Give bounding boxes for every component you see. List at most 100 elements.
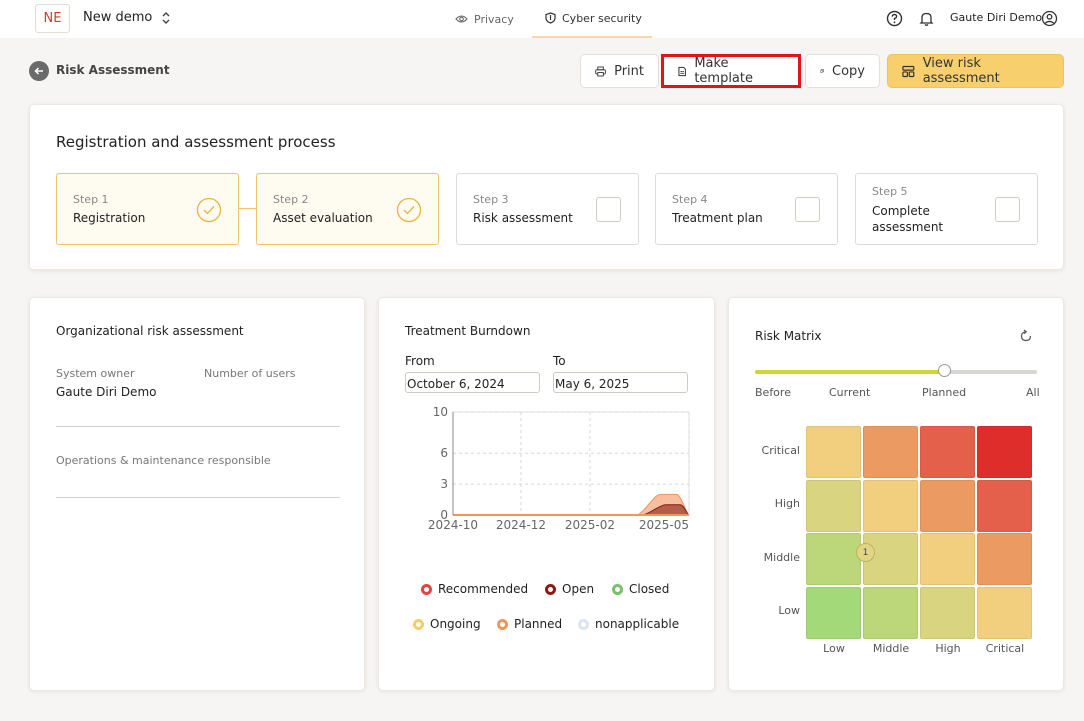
shield-icon (545, 12, 556, 24)
matrix-cell-low-critical[interactable] (977, 586, 1032, 639)
matrix-cell-critical-low[interactable] (806, 426, 861, 478)
chevron-updown-icon[interactable] (160, 10, 172, 26)
step-treatment-plan[interactable]: Step 4 Treatment plan (655, 173, 838, 245)
step-number: Step 4 (672, 193, 708, 206)
nav-privacy-label: Privacy (474, 12, 514, 26)
legend-label: nonapplicable (595, 617, 680, 631)
slider-label-all[interactable]: All (1026, 386, 1040, 399)
slider-label-planned[interactable]: Planned (922, 386, 966, 399)
x-tick-label: 2025-02 (565, 518, 615, 532)
legend-recommended[interactable]: Recommended (421, 582, 528, 596)
user-avatar-icon[interactable] (1041, 10, 1058, 27)
matrix-slider-thumb[interactable] (938, 364, 951, 377)
view-risk-assessment-label: View risk assessment (922, 56, 1000, 86)
nav-cyber-security[interactable]: Cyber security (532, 0, 652, 38)
matrix-cell-high-critical[interactable] (977, 479, 1032, 532)
legend-open[interactable]: Open (545, 582, 594, 596)
slider-label-current[interactable]: Current (829, 386, 870, 399)
matrix-cell-middle-critical[interactable] (977, 533, 1032, 585)
reset-icon[interactable] (1019, 329, 1033, 343)
legend-planned[interactable]: Planned (497, 617, 562, 631)
legend-dot (545, 583, 556, 595)
document-icon (678, 66, 686, 76)
step-risk-assessment[interactable]: Step 3 Risk assessment (456, 173, 639, 245)
step-number: Step 1 (73, 193, 109, 206)
make-template-label: Make template (694, 56, 753, 86)
check-circle-icon (196, 197, 222, 223)
risk-count-marker[interactable]: 1 (856, 543, 875, 562)
system-owner-label: System owner (56, 367, 135, 380)
from-label: From (405, 354, 435, 368)
step-asset-evaluation[interactable]: Step 2 Asset evaluation (256, 173, 439, 245)
bell-icon[interactable] (918, 10, 935, 27)
number-of-users-label: Number of users (204, 367, 296, 380)
legend-label: Closed (629, 582, 670, 596)
copy-button[interactable]: Copy (805, 54, 880, 88)
view-risk-assessment-button[interactable]: View risk assessment (887, 54, 1064, 88)
legend-label: Open (562, 582, 595, 596)
burndown-title: Treatment Burndown (405, 324, 531, 338)
row-label-low: Low (778, 604, 800, 617)
legend-nonapplicable[interactable]: nonapplicable (578, 617, 679, 631)
matrix-cell-critical-high[interactable] (920, 426, 975, 478)
matrix-cell-low-middle[interactable] (863, 586, 918, 639)
user-name[interactable]: Gaute Diri Demo (950, 11, 1042, 24)
matrix-cell-high-middle[interactable] (863, 479, 918, 532)
slider-label-before[interactable]: Before (755, 386, 791, 399)
step-registration[interactable]: Step 1 Registration (56, 173, 239, 245)
system-owner-value: Gaute Diri Demo (56, 385, 157, 399)
help-icon[interactable] (886, 10, 903, 27)
check-circle-icon (396, 197, 422, 223)
divider (56, 497, 340, 498)
matrix-slider-fill (755, 370, 945, 374)
divider (56, 426, 340, 427)
workspace-badge[interactable]: NE (35, 4, 70, 33)
step-label: Treatment plan (672, 211, 763, 225)
ops-responsible-label: Operations & maintenance responsible (56, 454, 271, 467)
matrix-cell-low-high[interactable] (920, 586, 975, 639)
legend-dot (497, 618, 508, 630)
row-label-critical: Critical (761, 444, 800, 457)
matrix-cell-high-high[interactable] (920, 479, 975, 532)
x-tick-label: 2025-05 (639, 518, 689, 532)
risk-matrix-title: Risk Matrix (755, 329, 822, 343)
col-label-high: High (935, 642, 961, 655)
risk-matrix-card: Risk Matrix Before Current Planned All C… (728, 297, 1064, 691)
nav-cyber-label: Cyber security (562, 11, 642, 25)
legend-label: Recommended (438, 582, 529, 596)
matrix-slider-track[interactable] (755, 370, 1037, 374)
legend-closed[interactable]: Closed (612, 582, 669, 596)
nav-privacy[interactable]: Privacy (455, 0, 514, 38)
matrix-cell-low-low[interactable] (806, 586, 861, 639)
legend-dot (612, 583, 623, 595)
back-button[interactable] (29, 61, 49, 81)
from-date-input[interactable] (405, 372, 540, 393)
eye-icon (455, 15, 468, 23)
legend-dot (578, 618, 589, 630)
step-connector (239, 208, 257, 209)
make-template-button[interactable]: Make template (661, 54, 801, 88)
step-label: Asset evaluation (273, 211, 373, 225)
step-label: Complete assessment (872, 204, 944, 234)
step-complete-assessment[interactable]: Step 5 Complete assessment (855, 173, 1038, 245)
workspace-name[interactable]: New demo (83, 10, 152, 25)
org-risk-card: Organizational risk assessment System ow… (29, 297, 365, 691)
step-number: Step 2 (273, 193, 309, 206)
legend-ongoing[interactable]: Ongoing (413, 617, 481, 631)
legend-label: Ongoing (430, 617, 481, 631)
to-date-input[interactable] (553, 372, 688, 393)
step-checkbox (596, 197, 621, 222)
row-label-middle: Middle (763, 551, 800, 564)
matrix-cell-middle-high[interactable] (920, 533, 975, 585)
layout-icon (902, 65, 915, 77)
legend-dot (413, 618, 424, 630)
x-tick-label: 2024-10 (428, 518, 478, 532)
matrix-cell-middle-low[interactable] (806, 533, 861, 585)
step-number: Step 5 (872, 185, 908, 198)
matrix-cell-high-low[interactable] (806, 479, 861, 532)
matrix-cell-critical-critical[interactable] (977, 426, 1032, 478)
col-label-critical: Critical (985, 642, 1025, 655)
print-button[interactable]: Print (580, 54, 659, 88)
matrix-cell-critical-middle[interactable] (863, 426, 918, 478)
org-card-title: Organizational risk assessment (56, 324, 244, 338)
